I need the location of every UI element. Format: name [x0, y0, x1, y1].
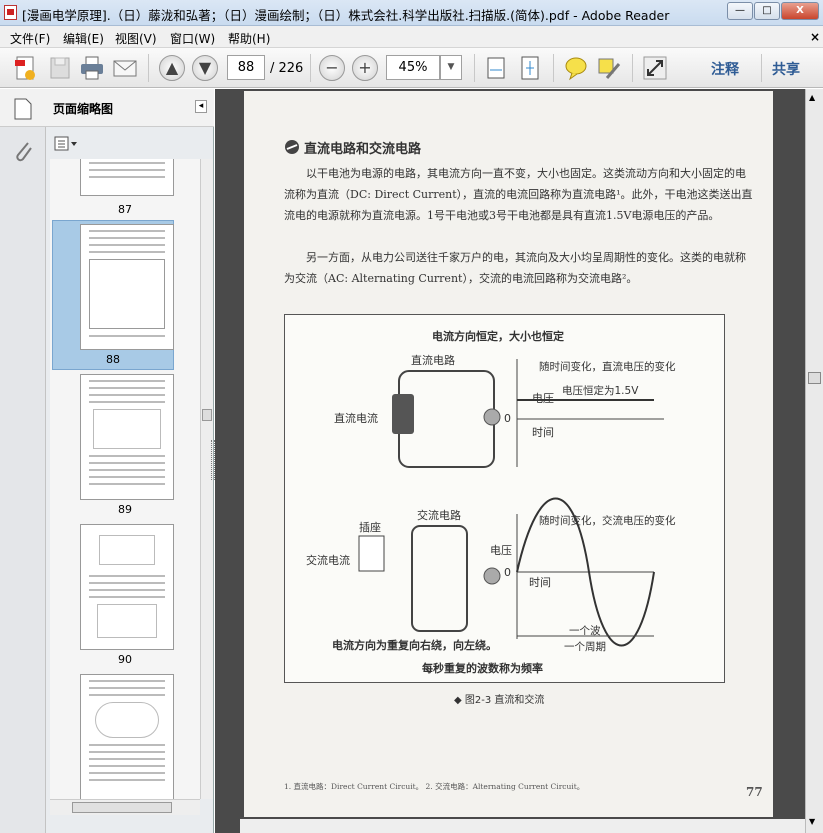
- minimize-button[interactable]: —: [727, 2, 753, 20]
- window-title: [漫画电学原理].（日）藤泷和弘著；（日）漫画绘制；（日）株式会社.科学出版社.…: [22, 8, 670, 23]
- thumbnail-label: 87: [118, 203, 132, 216]
- thumbnail-87[interactable]: [80, 159, 174, 196]
- frequency-label: 每秒重复的波数称为频率: [422, 661, 543, 675]
- pdf-icon: [4, 5, 17, 20]
- section-icon: [285, 140, 299, 154]
- ac-circuit-label: 交流电路: [417, 508, 461, 522]
- thumbnail-label: 89: [118, 503, 132, 516]
- toolbar: ▲ ▼ 88 / 226 − + 45% ▼ 注释 共享: [0, 48, 823, 88]
- page-number: 77: [746, 785, 763, 799]
- thumbnail-label: 90: [118, 653, 132, 666]
- fit-page-icon[interactable]: [516, 54, 544, 82]
- voltage-label-dc: 电压: [532, 392, 554, 405]
- dc-const-label: 电压恒定为1.5V: [562, 384, 639, 397]
- document-scrollbar[interactable]: ▲ ▼: [805, 89, 823, 833]
- thumbnail-hscrollbar[interactable]: [50, 799, 200, 815]
- time-label-dc: 时间: [532, 426, 554, 439]
- menu-view[interactable]: 视图(V): [115, 30, 157, 47]
- thumbnail-label: 88: [106, 353, 120, 366]
- time-label-ac: 时间: [529, 576, 551, 589]
- thumbnail-88[interactable]: [80, 224, 174, 350]
- scroll-up-icon[interactable]: ▲: [809, 93, 815, 102]
- menu-file[interactable]: 文件(F): [10, 30, 50, 47]
- footnote: 1. 直流电路：Direct Current Circuit。 2. 交流电路：…: [284, 782, 585, 791]
- dc-current-label: 直流电流: [334, 411, 378, 425]
- attachment-icon[interactable]: [12, 139, 36, 163]
- ac-change-label: 随时间变化，交流电压的变化: [539, 514, 676, 527]
- menu-bar: 文件(F) 编辑(E) 视图(V) 窗口(W) 帮助(H) ×: [0, 26, 823, 48]
- pdf-page: 直流电路和交流电路 以干电池为电源的电路，其电流方向一直不变，大小也固定。这类流…: [244, 91, 773, 817]
- create-pdf-icon[interactable]: [12, 54, 40, 82]
- navigation-panel: 页面缩略图 ◂ 87 88 89 90 91: [0, 89, 214, 833]
- comment-icon[interactable]: [562, 54, 590, 82]
- zero-label-dc: 0: [504, 412, 511, 425]
- ac-current-label: 交流电流: [306, 553, 350, 567]
- panel-header: 页面缩略图 ◂: [0, 89, 214, 127]
- zoom-input[interactable]: 45%: [386, 55, 440, 80]
- paragraph-1: 以干电池为电源的电路，其电流方向一直不变，大小也固定。这类流动方向和大小固定的电…: [284, 167, 753, 222]
- socket-label: 插座: [359, 520, 381, 534]
- document-view: 直流电路和交流电路 以干电池为电源的电路，其电流方向一直不变，大小也固定。这类流…: [215, 89, 805, 833]
- zoom-dropdown-icon[interactable]: ▼: [440, 55, 462, 80]
- dc-top-label: 电流方向恒定，大小也恒定: [432, 329, 564, 343]
- thumbnail-90[interactable]: [80, 524, 174, 650]
- dc-circuit-label: 直流电路: [411, 353, 455, 367]
- dc-change-label: 随时间变化，直流电压的变化: [539, 360, 676, 373]
- print-icon[interactable]: [78, 54, 106, 82]
- paragraph-2: 另一方面，从电力公司送往千家万户的电，其流向及大小均呈周期性的变化。这类的电就称…: [284, 251, 746, 285]
- section-heading: 直流电路和交流电路: [304, 142, 422, 157]
- thumbnail-89[interactable]: [80, 374, 174, 500]
- zoom-in-icon[interactable]: +: [352, 55, 378, 81]
- menu-window[interactable]: 窗口(W): [170, 30, 215, 47]
- previous-page-icon[interactable]: ▲: [159, 55, 185, 81]
- one-period-label: 一个周期: [564, 641, 606, 653]
- dc-ac-diagram: 电流方向恒定，大小也恒定 直流电路 直流电流 电压 0 随时间变化，直流电压的变…: [284, 314, 725, 683]
- fit-width-icon[interactable]: [482, 54, 510, 82]
- menu-edit[interactable]: 编辑(E): [63, 30, 104, 47]
- document-hscrollbar[interactable]: [240, 819, 805, 833]
- zoom-out-icon[interactable]: −: [319, 55, 345, 81]
- comment-pane-button[interactable]: 注释: [711, 59, 739, 79]
- save-icon[interactable]: [46, 54, 74, 82]
- panel-title: 页面缩略图: [53, 102, 114, 116]
- close-document-icon[interactable]: ×: [810, 30, 820, 44]
- page-thumbnails-icon[interactable]: [12, 97, 34, 121]
- menu-help[interactable]: 帮助(H): [228, 30, 270, 47]
- thumbnail-91[interactable]: [80, 674, 174, 799]
- share-pane-button[interactable]: 共享: [772, 59, 800, 79]
- page-total: / 226: [270, 61, 304, 76]
- close-button[interactable]: X: [781, 2, 819, 20]
- email-icon[interactable]: [111, 54, 139, 82]
- title-bar: [漫画电学原理].（日）藤泷和弘著；（日）漫画绘制；（日）株式会社.科学出版社.…: [0, 0, 823, 26]
- ac-direction-label: 电流方向为重复向右绕，向左绕。: [332, 638, 497, 652]
- one-wave-label: 一个波: [569, 624, 601, 637]
- thumbnail-list: 87 88 89 90 91: [50, 159, 200, 799]
- highlight-text-icon[interactable]: [595, 54, 623, 82]
- thumbnail-options-button[interactable]: [52, 134, 80, 152]
- scroll-thumb[interactable]: [808, 372, 821, 384]
- page-number-input[interactable]: 88: [227, 55, 265, 80]
- next-page-icon[interactable]: ▼: [192, 55, 218, 81]
- figure-caption: ◆ 图2-3 直流和交流: [454, 695, 545, 706]
- full-screen-icon[interactable]: [641, 54, 669, 82]
- zero-label-ac: 0: [504, 566, 511, 579]
- maximize-button[interactable]: □: [754, 2, 780, 20]
- voltage-label-ac: 电压: [490, 544, 512, 557]
- collapse-panel-button[interactable]: ◂: [195, 100, 207, 113]
- scroll-down-icon[interactable]: ▼: [809, 817, 815, 826]
